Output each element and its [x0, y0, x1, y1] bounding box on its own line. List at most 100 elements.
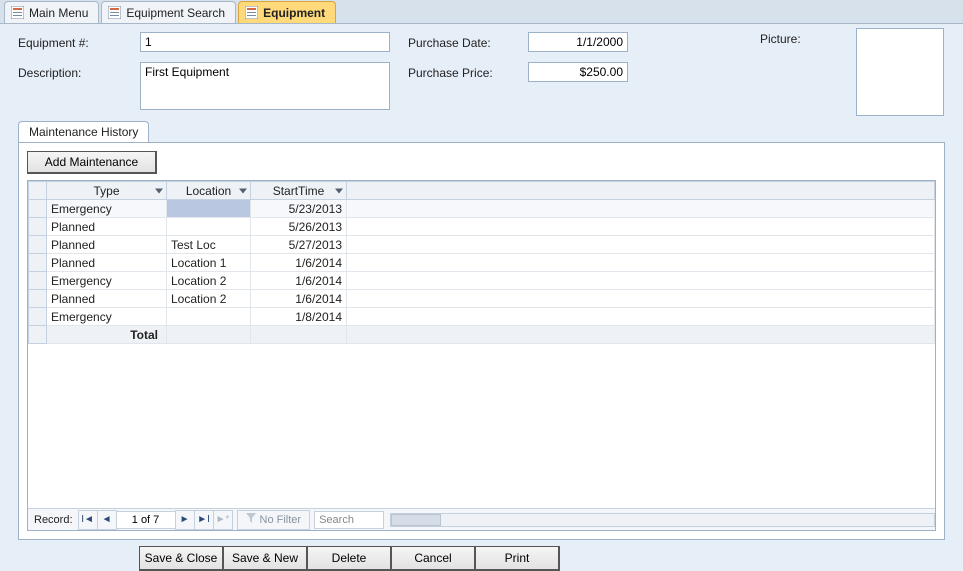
dropdown-icon[interactable]	[155, 188, 163, 193]
save-new-button[interactable]: Save & New	[223, 546, 308, 571]
cell-type[interactable]: Planned	[47, 290, 167, 308]
col-blank-header	[347, 182, 935, 200]
table-row[interactable]: EmergencyLocation 21/6/2014	[29, 272, 935, 290]
action-bar: Save & Close Save & New Delete Cancel Pr…	[140, 546, 963, 571]
cell-type[interactable]: Emergency	[47, 272, 167, 290]
nav-last-button[interactable]: ►I	[194, 510, 214, 530]
cell-blank	[347, 308, 935, 326]
cell-blank	[347, 218, 935, 236]
delete-button[interactable]: Delete	[307, 546, 392, 571]
cell-starttime[interactable]: 5/23/2013	[251, 200, 347, 218]
nav-new-button[interactable]: ►*	[213, 510, 233, 530]
scrollbar-thumb[interactable]	[391, 514, 441, 526]
cell-blank	[347, 254, 935, 272]
purchase-price-field[interactable]	[528, 62, 628, 82]
nav-prev-button[interactable]: ◄	[97, 510, 117, 530]
cell-blank	[347, 236, 935, 254]
funnel-icon	[246, 513, 256, 526]
first-icon: I◄	[81, 515, 94, 525]
cell-starttime[interactable]: 5/26/2013	[251, 218, 347, 236]
label-description: Description:	[18, 66, 81, 80]
grid-scroll[interactable]: Type Location StartTime Emergency 5/23/20…	[28, 181, 935, 508]
cell-type[interactable]: Planned	[47, 254, 167, 272]
cell-location[interactable]	[167, 218, 251, 236]
cell-blank	[347, 272, 935, 290]
print-button[interactable]: Print	[475, 546, 560, 571]
cell-type[interactable]: Emergency	[47, 308, 167, 326]
picture-box[interactable]	[856, 28, 944, 116]
form-icon	[11, 6, 24, 19]
cell-type[interactable]: Emergency	[47, 200, 167, 218]
search-input[interactable]	[314, 511, 384, 529]
cell-starttime[interactable]: 5/27/2013	[251, 236, 347, 254]
row-selector[interactable]	[29, 272, 47, 290]
col-type-header[interactable]: Type	[47, 182, 167, 200]
row-selector[interactable]	[29, 200, 47, 218]
tab-main-menu[interactable]: Main Menu	[4, 1, 99, 23]
cell-location[interactable]	[167, 308, 251, 326]
table-row[interactable]: PlannedTest Loc5/27/2013	[29, 236, 935, 254]
add-maintenance-button[interactable]: Add Maintenance	[27, 151, 157, 174]
description-field[interactable]	[140, 62, 390, 110]
cell-location[interactable]: Location 2	[167, 290, 251, 308]
tab-label: Equipment	[263, 6, 325, 20]
cell-blank	[347, 200, 935, 218]
cell-starttime[interactable]: 1/6/2014	[251, 272, 347, 290]
purchase-date-field[interactable]	[528, 32, 628, 52]
datasheet-table: Type Location StartTime Emergency 5/23/20…	[28, 181, 935, 344]
next-icon: ►	[180, 515, 190, 525]
label-purchase-price: Purchase Price:	[408, 66, 493, 80]
tab-equipment-search[interactable]: Equipment Search	[101, 1, 236, 23]
label-purchase-date: Purchase Date:	[408, 36, 491, 50]
recordnav-label: Record:	[28, 514, 79, 526]
cell-type[interactable]: Planned	[47, 236, 167, 254]
row-selector[interactable]	[29, 236, 47, 254]
col-location-header[interactable]: Location	[167, 182, 251, 200]
save-close-button[interactable]: Save & Close	[139, 546, 224, 571]
row-selector[interactable]	[29, 308, 47, 326]
total-label: Total	[47, 326, 167, 344]
datasheet-grid: Type Location StartTime Emergency 5/23/20…	[27, 180, 936, 531]
nav-next-button[interactable]: ►	[175, 510, 195, 530]
row-selector[interactable]	[29, 218, 47, 236]
cell-location[interactable]	[167, 200, 251, 218]
record-position-field[interactable]	[116, 511, 176, 529]
cell-location[interactable]: Location 2	[167, 272, 251, 290]
table-row[interactable]: PlannedLocation 11/6/2014	[29, 254, 935, 272]
header-row: Type Location StartTime	[29, 182, 935, 200]
equipment-no-field[interactable]	[140, 32, 390, 52]
cancel-button[interactable]: Cancel	[391, 546, 476, 571]
nav-first-button[interactable]: I◄	[78, 510, 98, 530]
document-tab-strip: Main Menu Equipment Search Equipment	[0, 0, 963, 24]
subtab-maintenance-history[interactable]: Maintenance History	[18, 121, 149, 142]
table-row[interactable]: Emergency 5/23/2013	[29, 200, 935, 218]
cell-location[interactable]: Test Loc	[167, 236, 251, 254]
form-header: Equipment #: Description: Purchase Date:…	[0, 24, 963, 120]
record-navigator: Record: I◄ ◄ ► ►I ►* No Filter	[28, 508, 935, 530]
horizontal-scrollbar[interactable]	[390, 513, 935, 527]
cell-starttime[interactable]: 1/6/2014	[251, 290, 347, 308]
no-filter-indicator[interactable]: No Filter	[237, 510, 311, 530]
last-icon: ►I	[197, 515, 210, 525]
table-row[interactable]: Emergency 1/8/2014	[29, 308, 935, 326]
cell-type[interactable]: Planned	[47, 218, 167, 236]
dropdown-icon[interactable]	[239, 188, 247, 193]
cell-starttime[interactable]: 1/6/2014	[251, 254, 347, 272]
tab-label: Main Menu	[29, 6, 88, 20]
subform-tab-strip: Maintenance History	[18, 120, 945, 142]
label-equipment-no: Equipment #:	[18, 36, 89, 50]
tab-equipment[interactable]: Equipment	[238, 1, 336, 23]
col-starttime-header[interactable]: StartTime	[251, 182, 347, 200]
table-row[interactable]: PlannedLocation 21/6/2014	[29, 290, 935, 308]
cell-blank	[347, 290, 935, 308]
table-row[interactable]: Planned 5/26/2013	[29, 218, 935, 236]
new-record-icon: ►*	[216, 515, 230, 525]
row-selector-header[interactable]	[29, 182, 47, 200]
cell-location[interactable]: Location 1	[167, 254, 251, 272]
cell-starttime[interactable]: 1/8/2014	[251, 308, 347, 326]
row-selector[interactable]	[29, 290, 47, 308]
dropdown-icon[interactable]	[335, 188, 343, 193]
prev-icon: ◄	[102, 515, 112, 525]
row-selector[interactable]	[29, 254, 47, 272]
label-picture: Picture:	[760, 32, 801, 46]
